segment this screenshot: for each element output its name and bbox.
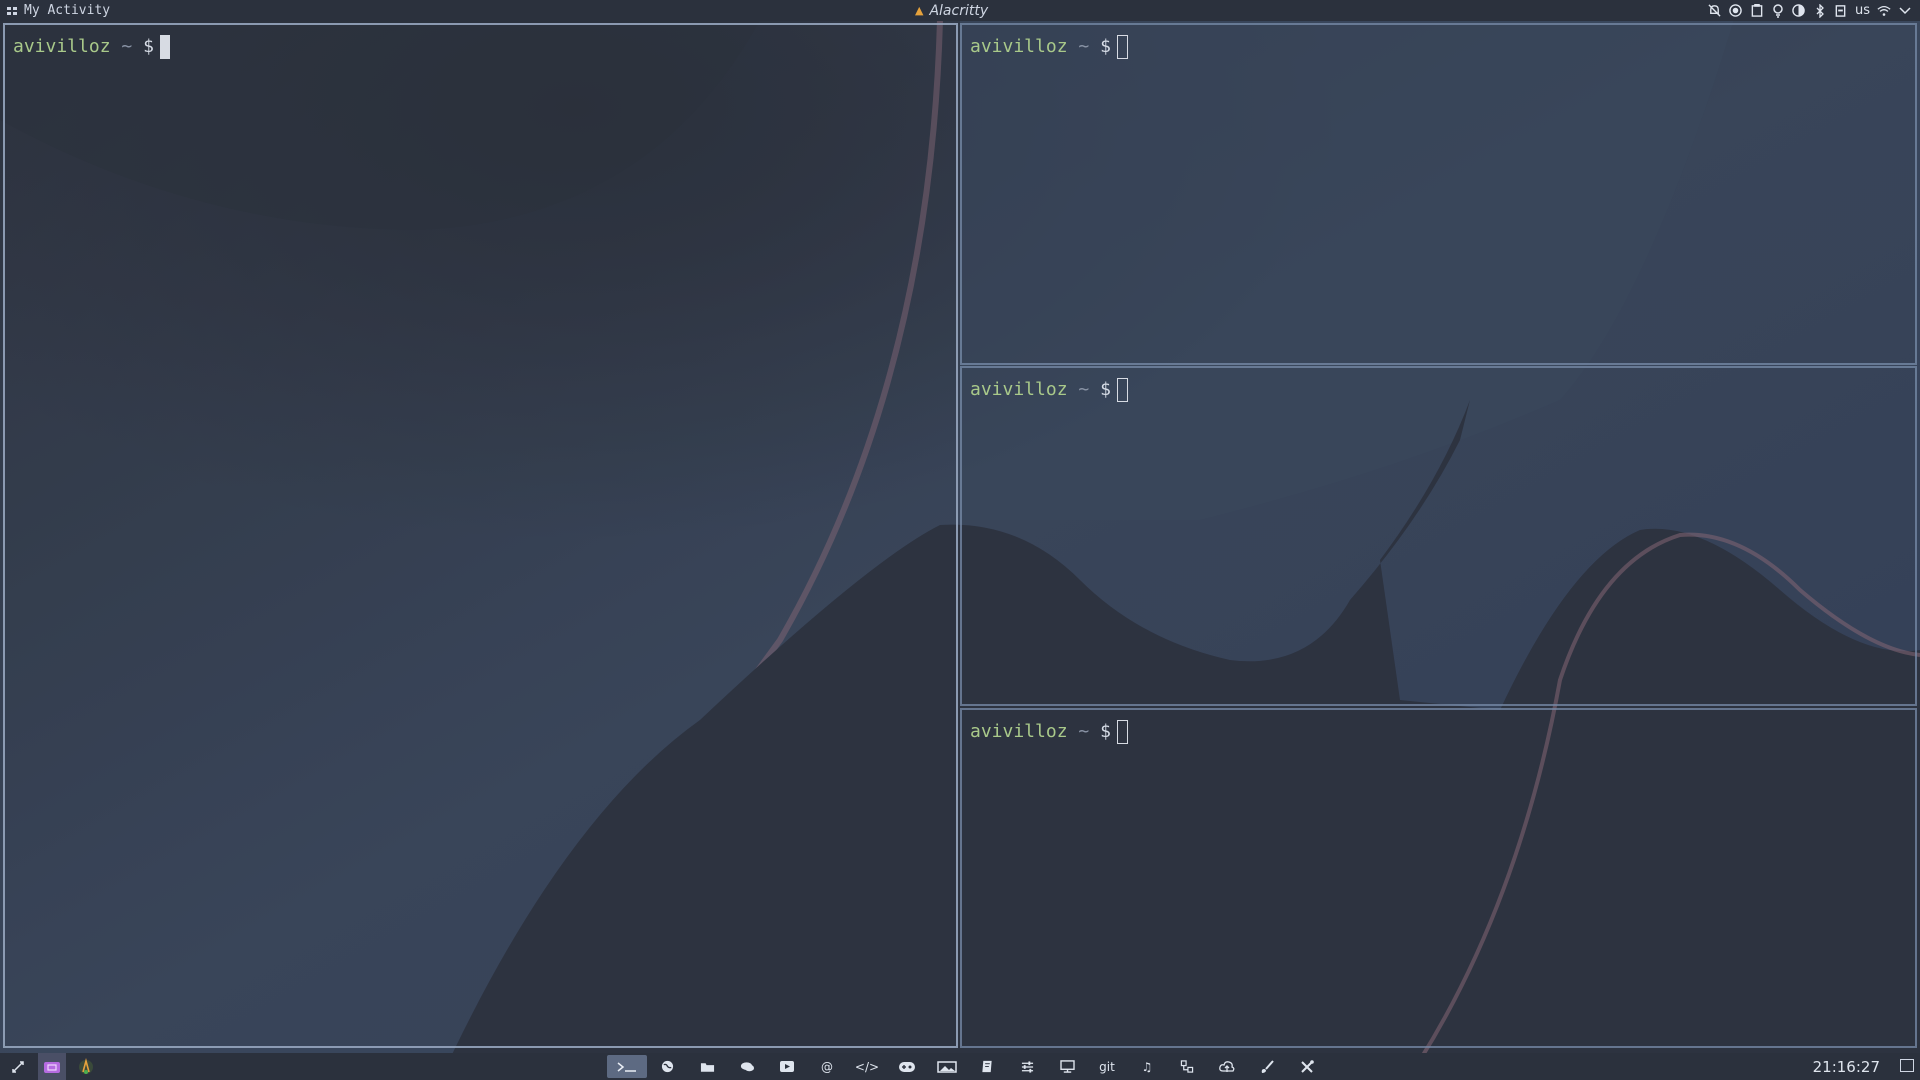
monitor-icon bbox=[1059, 1060, 1075, 1073]
dock-terminal-button[interactable] bbox=[607, 1055, 647, 1078]
prompt-symbol: $ bbox=[1100, 721, 1111, 742]
activities-icon bbox=[6, 5, 18, 17]
gamepad-icon bbox=[899, 1061, 915, 1072]
launcher-icon bbox=[12, 1060, 24, 1073]
brush-icon bbox=[1260, 1059, 1274, 1074]
sliders-icon bbox=[1021, 1060, 1034, 1073]
at-sign-icon: @ bbox=[821, 1059, 833, 1074]
dock-globe-button[interactable] bbox=[647, 1055, 687, 1078]
dock-git-button[interactable]: git bbox=[1087, 1055, 1127, 1078]
panel-left-widgets bbox=[4, 1053, 100, 1080]
prompt-path: ~ bbox=[121, 36, 133, 57]
dock-folder-button[interactable] bbox=[687, 1055, 727, 1078]
text-cursor bbox=[1116, 720, 1128, 744]
prompt-symbol: $ bbox=[143, 36, 154, 57]
top-panel: My Activity ▲ Alacritty us bbox=[0, 0, 1920, 21]
chevron-down-icon[interactable] bbox=[1898, 4, 1912, 18]
chat-icon bbox=[740, 1061, 755, 1073]
terminal-pane-right-middle[interactable]: avivilloz ~ $ bbox=[960, 366, 1917, 706]
shell-prompt: avivilloz ~ $ bbox=[13, 35, 170, 59]
activity-label: My Activity bbox=[24, 3, 111, 18]
prompt-user: avivilloz bbox=[970, 379, 1068, 400]
keyboard-layout-indicator[interactable]: us bbox=[1855, 3, 1870, 18]
digital-clock[interactable]: 21:16:27 bbox=[1813, 1053, 1880, 1080]
shell-prompt: avivilloz ~ $ bbox=[970, 378, 1128, 402]
active-window-title[interactable]: ▲ Alacritty bbox=[915, 0, 988, 21]
shell-prompt: avivilloz ~ $ bbox=[970, 720, 1128, 744]
circle-record-icon[interactable] bbox=[1729, 4, 1743, 18]
bluetooth-icon[interactable] bbox=[1813, 3, 1827, 18]
globe-icon bbox=[661, 1060, 674, 1073]
dock-tools-button[interactable] bbox=[1287, 1055, 1327, 1078]
network-icon bbox=[1180, 1060, 1194, 1073]
text-cursor bbox=[1116, 378, 1128, 402]
video-icon bbox=[780, 1061, 794, 1072]
dock-video-button[interactable] bbox=[767, 1055, 807, 1078]
screenshot-icon bbox=[44, 1061, 60, 1073]
prompt-path: ~ bbox=[1078, 36, 1090, 57]
clipboard-icon[interactable] bbox=[1750, 4, 1764, 18]
dock-music-button[interactable]: ♫ bbox=[1127, 1055, 1167, 1078]
terminal-pane-left[interactable]: avivilloz ~ $ bbox=[3, 23, 958, 1048]
alacritty-icon: ▲ bbox=[915, 4, 924, 17]
prompt-symbol: $ bbox=[1100, 379, 1111, 400]
terminal-pane-right-bottom[interactable]: avivilloz ~ $ bbox=[960, 708, 1917, 1048]
dock-network-button[interactable] bbox=[1167, 1055, 1207, 1078]
dock-image-button[interactable] bbox=[927, 1055, 967, 1078]
prompt-symbol: $ bbox=[1100, 36, 1111, 57]
book-icon bbox=[981, 1060, 993, 1073]
screenshot-tool-button[interactable] bbox=[38, 1053, 66, 1080]
bottom-panel: @ </> git ♫ 21:16:27 bbox=[0, 1053, 1920, 1080]
terminal-icon bbox=[616, 1061, 638, 1073]
code-icon: </> bbox=[854, 1059, 880, 1074]
battery-icon[interactable] bbox=[1834, 4, 1848, 18]
show-desktop-button[interactable] bbox=[1900, 1059, 1914, 1072]
dock-brush-button[interactable] bbox=[1247, 1055, 1287, 1078]
dock-code-button[interactable]: </> bbox=[847, 1055, 887, 1078]
terminal-pane-right-top[interactable]: avivilloz ~ $ bbox=[960, 23, 1917, 365]
dock-cloud-upload-button[interactable] bbox=[1207, 1055, 1247, 1078]
tools-icon bbox=[1300, 1059, 1314, 1074]
music-icon: ♫ bbox=[1141, 1059, 1153, 1074]
notifications-off-icon[interactable] bbox=[1708, 4, 1722, 18]
prompt-user: avivilloz bbox=[970, 36, 1068, 57]
kde-app-button[interactable] bbox=[72, 1053, 100, 1080]
dock-book-button[interactable] bbox=[967, 1055, 1007, 1078]
shell-prompt: avivilloz ~ $ bbox=[970, 35, 1128, 59]
image-icon bbox=[937, 1060, 957, 1073]
text-cursor bbox=[1116, 35, 1128, 59]
dock-at-sign-button[interactable]: @ bbox=[807, 1055, 847, 1078]
volume-icon[interactable] bbox=[1792, 4, 1806, 18]
prompt-user: avivilloz bbox=[13, 36, 111, 57]
text-cursor bbox=[159, 35, 170, 59]
folder-icon bbox=[700, 1061, 715, 1073]
prompt-user: avivilloz bbox=[970, 721, 1068, 742]
wifi-icon[interactable] bbox=[1877, 4, 1891, 18]
system-tray: us bbox=[1708, 0, 1912, 21]
dock-gamepad-button[interactable] bbox=[887, 1055, 927, 1078]
app-icon bbox=[79, 1057, 93, 1074]
prompt-path: ~ bbox=[1078, 721, 1090, 742]
dock-sliders-button[interactable] bbox=[1007, 1055, 1047, 1078]
prompt-path: ~ bbox=[1078, 379, 1090, 400]
activity-switcher[interactable]: My Activity bbox=[6, 0, 110, 21]
window-title-label: Alacritty bbox=[929, 2, 989, 19]
task-dock: @ </> git ♫ bbox=[607, 1055, 1327, 1078]
cloud-upload-icon bbox=[1219, 1060, 1235, 1073]
lightbulb-icon[interactable] bbox=[1771, 3, 1785, 18]
git-icon: git bbox=[1099, 1059, 1115, 1074]
dock-chat-button[interactable] bbox=[727, 1055, 767, 1078]
application-launcher-button[interactable] bbox=[4, 1053, 32, 1080]
dock-monitor-button[interactable] bbox=[1047, 1055, 1087, 1078]
